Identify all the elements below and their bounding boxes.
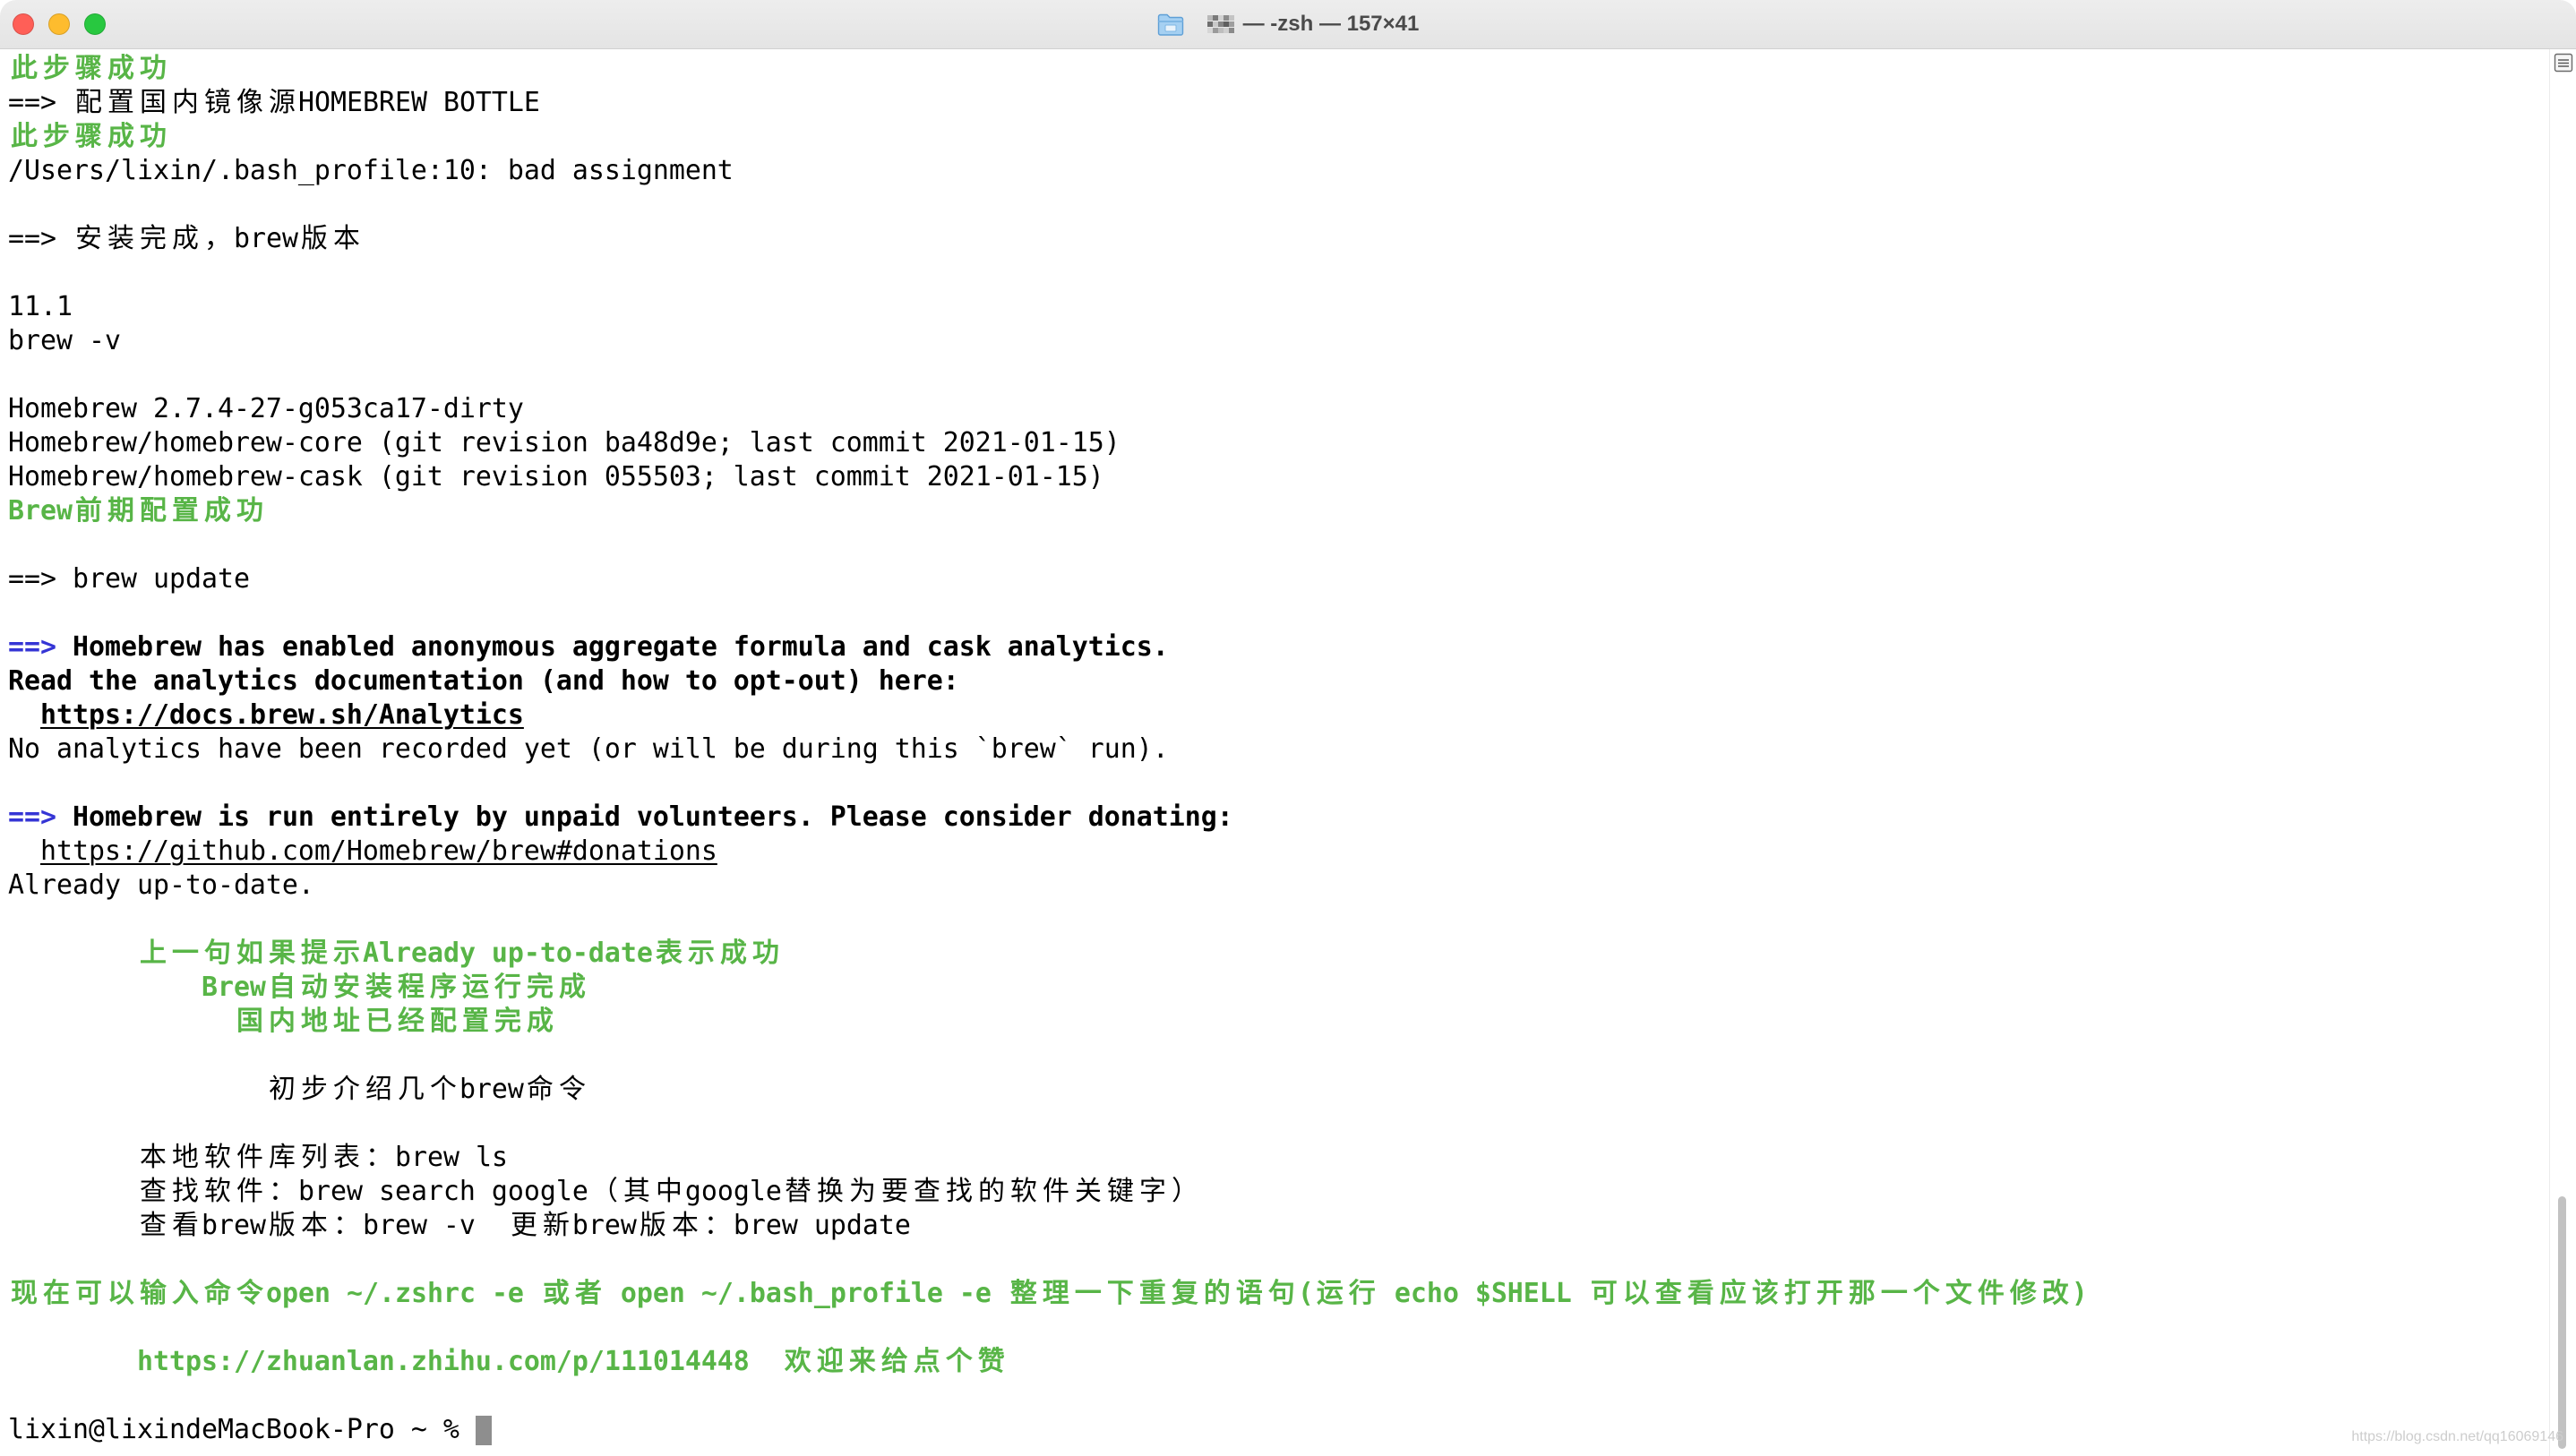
terminal-text: Read the analytics documentation (and ho…	[8, 665, 959, 697]
terminal-line: ==> Homebrew is run entirely by unpaid v…	[8, 801, 2549, 835]
terminal-text: ==> 安装完成， brew 版本	[8, 223, 360, 254]
terminal-line: /Users/lixin/.bash_profile:10: bad assig…	[8, 154, 2549, 188]
terminal-line: Brew 自动安装程序运行完成	[8, 971, 2549, 1005]
vertical-scrollbar[interactable]	[2549, 49, 2576, 1456]
terminal-text: ==> 配置国内镜像源 HOMEBREW BOTTLE	[8, 87, 540, 118]
terminal-window: — -zsh — 157×41 此步骤成功 ==> 配置国内镜像源 HOMEBREW…	[0, 0, 2576, 1456]
terminal-text: 此步骤成功	[11, 121, 167, 152]
csdn-watermark: https://blog.csdn.net/qq16069146	[2351, 1429, 2563, 1444]
title-bar[interactable]: — -zsh — 157×41	[0, 0, 2576, 49]
terminal-text: Brew 自动安装程序运行完成	[8, 972, 586, 1003]
shell-prompt: lixin@lixindeMacBook-Pro ~ %	[8, 1414, 476, 1445]
terminal-text: Homebrew/homebrew-core (git revision ba4…	[8, 427, 1121, 458]
terminal-line: 11.1	[8, 290, 2549, 324]
terminal-text: /Users/lixin/.bash_profile:10: bad assig…	[8, 155, 734, 186]
terminal-line: Homebrew/homebrew-cask (git revision 055…	[8, 460, 2549, 494]
terminal-line: 此步骤成功	[8, 120, 2549, 154]
terminal-line: ==> brew update	[8, 562, 2549, 596]
terminal-line: 本地软件库列表： brew ls	[8, 1141, 2549, 1175]
terminal-text: 国内地址已经配置完成	[236, 1006, 554, 1037]
terminal-line: Brew 前期配置成功	[8, 494, 2549, 528]
title-group: — -zsh — 157×41	[0, 0, 2576, 48]
scrollback-lines: 此步骤成功 ==> 配置国内镜像源 HOMEBREW BOTTLE 此步骤成功/Use…	[8, 52, 2549, 1413]
terminal-text: https://zhuanlan.zhihu.com/p/111014448 欢…	[8, 1346, 1005, 1377]
terminal-text: 查找软件： brew search google （其中 google 替换为要查找的软…	[140, 1176, 1198, 1207]
terminal-line: ==> Homebrew has enabled anonymous aggre…	[8, 630, 2549, 664]
terminal-link[interactable]: https://docs.brew.sh/Analytics	[40, 699, 524, 731]
terminal-text: brew -v	[8, 325, 121, 356]
terminal-line: 上一句如果提示 Already up-to-date 表示成功	[8, 937, 2549, 971]
terminal-line: brew -v	[8, 324, 2549, 358]
prompt-line: lixin@lixindeMacBook-Pro ~ %	[8, 1413, 2549, 1447]
terminal-text: Homebrew/homebrew-cask (git revision 055…	[8, 461, 1104, 492]
terminal-line: 查看 brew 版本： brew -v 更新 brew 版本： brew update	[8, 1209, 2549, 1243]
scrollbar-track[interactable]	[2550, 82, 2576, 1449]
terminal-line: 现在可以输入命令 open ~/.zshrc -e 或者 open ~/.bash…	[8, 1277, 2549, 1311]
terminal-line: ==> 配置国内镜像源 HOMEBREW BOTTLE	[8, 86, 2549, 120]
terminal-line: No analytics have been recorded yet (or …	[8, 732, 2549, 767]
terminal-line: 查找软件： brew search google （其中 google 替换为要查找的软…	[8, 1175, 2549, 1209]
terminal-line: Homebrew/homebrew-core (git revision ba4…	[8, 426, 2549, 460]
terminal-line: 初步介绍几个 brew 命令	[8, 1073, 2549, 1107]
terminal-text: ==> brew update	[8, 563, 250, 595]
terminal-text: 此步骤成功	[11, 53, 167, 84]
terminal-text: 现在可以输入命令 open ~/.zshrc -e 或者 open ~/.bash…	[11, 1278, 2088, 1309]
terminal-line: 国内地址已经配置完成	[8, 1005, 2549, 1039]
terminal-text: 上一句如果提示 Already up-to-date 表示成功	[140, 938, 779, 969]
terminal-text: Homebrew has enabled anonymous aggregate…	[56, 631, 1169, 663]
terminal-line: Read the analytics documentation (and ho…	[8, 664, 2549, 698]
terminal-text: Brew 前期配置成功	[8, 495, 263, 527]
homebrew-arrow: ==>	[8, 801, 56, 833]
text-cursor	[475, 1416, 492, 1445]
terminal-line: Homebrew 2.7.4-27-g053ca17-dirty	[8, 392, 2549, 426]
terminal-line: ==> 安装完成， brew 版本	[8, 222, 2549, 256]
homebrew-arrow: ==>	[8, 631, 56, 663]
terminal-line: https://github.com/Homebrew/brew#donatio…	[8, 835, 2549, 869]
terminal-line: https://docs.brew.sh/Analytics	[8, 698, 2549, 732]
scrollbar-thumb[interactable]	[2558, 1196, 2566, 1449]
terminal-link[interactable]: https://github.com/Homebrew/brew#donatio…	[40, 835, 717, 867]
terminal-text: Homebrew 2.7.4-27-g053ca17-dirty	[8, 393, 524, 424]
terminal-text: 11.1	[8, 291, 73, 322]
terminal-text: No analytics have been recorded yet (or …	[8, 733, 1169, 765]
terminal-text: Already up-to-date.	[8, 869, 314, 901]
terminal-output[interactable]: 此步骤成功 ==> 配置国内镜像源 HOMEBREW BOTTLE 此步骤成功/Use…	[0, 49, 2549, 1456]
split-pane-icon[interactable]	[2554, 53, 2573, 73]
terminal-text: Homebrew is run entirely by unpaid volun…	[56, 801, 1233, 833]
terminal-text: 初步介绍几个 brew 命令	[268, 1074, 586, 1105]
terminal-text: 查看 brew 版本： brew -v 更新 brew 版本： brew update	[140, 1210, 911, 1241]
folder-icon[interactable]	[1157, 13, 1184, 36]
terminal-line: https://zhuanlan.zhihu.com/p/111014448 欢…	[8, 1345, 2549, 1379]
terminal-line: 此步骤成功	[8, 52, 2549, 86]
terminal-line: Already up-to-date.	[8, 869, 2549, 903]
pixelated-mosaic	[1206, 15, 1234, 33]
terminal-text: 本地软件库列表： brew ls	[140, 1142, 508, 1173]
window-title: — -zsh — 157×41	[1242, 12, 1420, 36]
